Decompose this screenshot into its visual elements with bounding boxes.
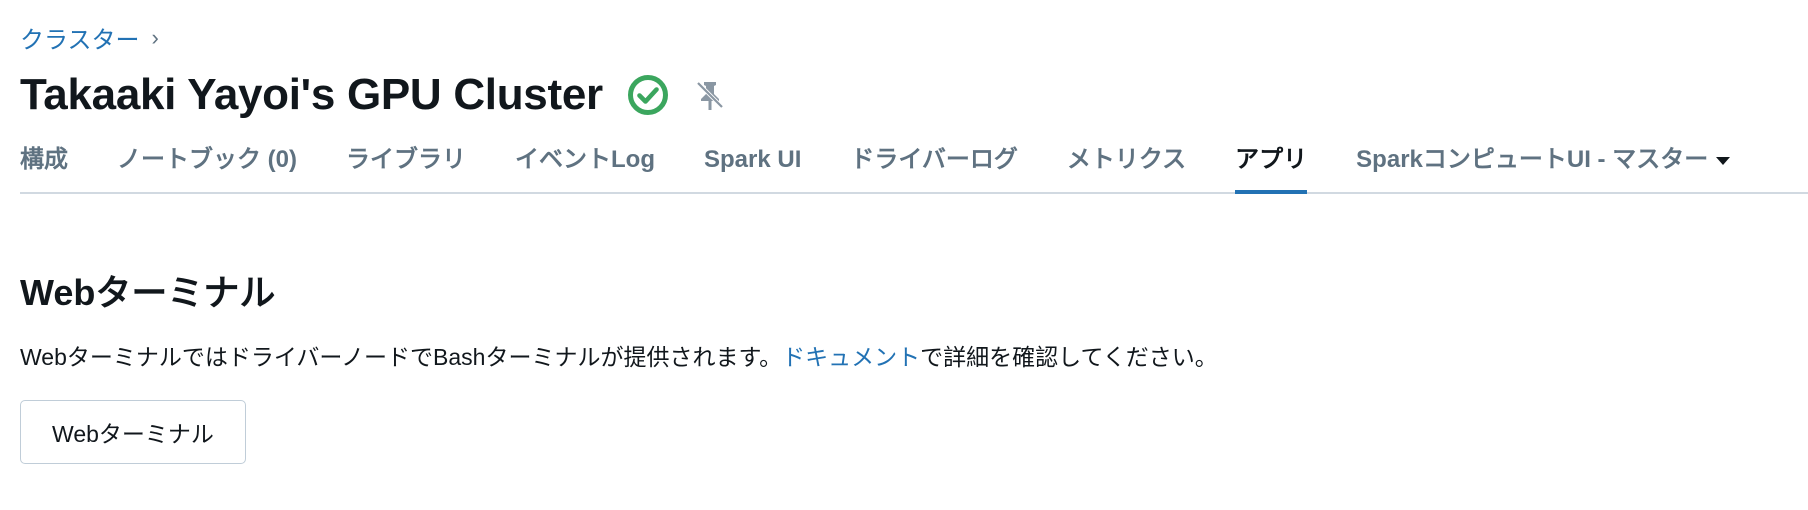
tab-spark-compute-ui-label: SparkコンピュートUI - マスター: [1356, 146, 1709, 173]
tab-libraries[interactable]: ライブラリ: [346, 140, 466, 192]
breadcrumb: クラスター ›: [20, 20, 159, 55]
title-row: Takaaki Yayoi's GPU Cluster: [20, 70, 727, 120]
tab-driver-logs[interactable]: ドライバーログ: [850, 140, 1018, 192]
tab-event-log[interactable]: イベントLog: [515, 140, 655, 192]
web-terminal-heading: Webターミナル: [20, 272, 276, 313]
cluster-tabs: 構成 ノートブック (0) ライブラリ イベントLog Spark UI ドライ…: [20, 140, 1808, 194]
breadcrumb-link-clusters[interactable]: クラスター: [20, 20, 140, 55]
web-terminal-description: WebターミナルではドライバーノードでBashターミナルが提供されます。ドキュメ…: [20, 338, 1218, 372]
documentation-link[interactable]: ドキュメント: [782, 344, 920, 370]
caret-down-icon: [1716, 156, 1731, 165]
description-text-after: で詳細を確認してください。: [920, 344, 1218, 370]
tab-apps[interactable]: アプリ: [1235, 140, 1308, 194]
chevron-right-icon: ›: [151, 24, 159, 50]
tab-metrics[interactable]: メトリクス: [1067, 140, 1186, 192]
check-circle-icon: [627, 74, 669, 116]
web-terminal-section: Webターミナル WebターミナルではドライバーノードでBashターミナルが提供…: [20, 264, 1218, 372]
tab-spark-ui[interactable]: Spark UI: [704, 140, 801, 192]
description-text-before: WebターミナルではドライバーノードでBashターミナルが提供されます。: [20, 344, 783, 370]
pin-off-icon[interactable]: [693, 78, 727, 112]
page-title: Takaaki Yayoi's GPU Cluster: [20, 70, 603, 119]
tab-spark-compute-ui-master[interactable]: SparkコンピュートUI - マスター: [1356, 140, 1731, 192]
web-terminal-button[interactable]: Webターミナル: [20, 400, 246, 464]
tab-configuration[interactable]: 構成: [20, 140, 68, 192]
tab-notebooks[interactable]: ノートブック (0): [117, 140, 297, 192]
